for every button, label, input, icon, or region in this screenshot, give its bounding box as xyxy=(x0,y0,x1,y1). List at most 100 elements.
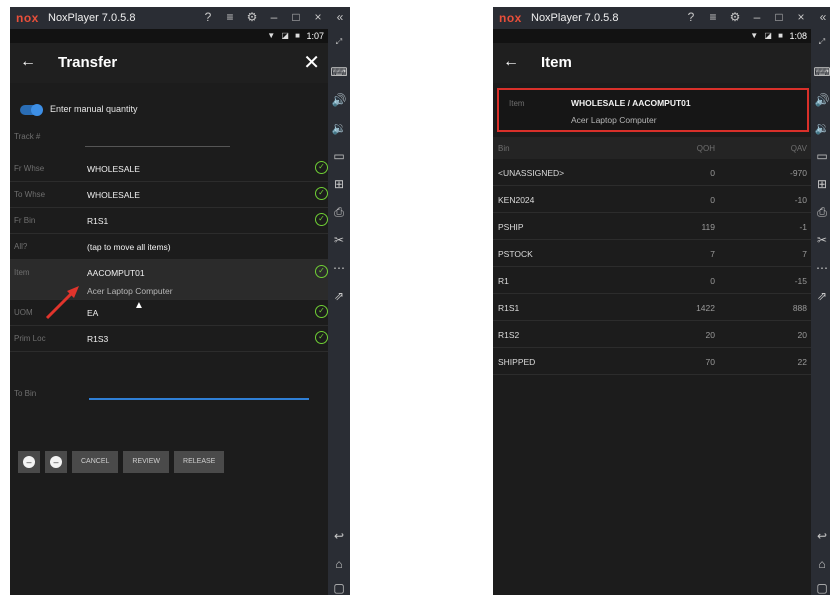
plus-icon: – xyxy=(50,456,62,468)
recent-apps-icon[interactable]: ▢ xyxy=(328,581,350,595)
home-icon[interactable]: ⌂ xyxy=(811,557,830,571)
close-icon[interactable]: × xyxy=(795,10,807,24)
bin-cell: R1 xyxy=(498,276,509,286)
app-bar: ← Item xyxy=(493,43,811,83)
field-value: EA xyxy=(87,308,99,318)
column-header-qoh: QOH xyxy=(696,144,715,153)
signal-wifi-battery-icon: ▼ ◪ ■ xyxy=(750,31,785,40)
field-value: AACOMPUT01 xyxy=(87,268,145,278)
keyboard-icon[interactable]: ⌨ xyxy=(328,65,350,79)
close-icon[interactable]: ✕ xyxy=(303,50,320,75)
install-apk-icon[interactable]: ⊞ xyxy=(811,177,830,191)
table-row[interactable]: R1S2 20 20 xyxy=(493,321,811,348)
qoh-cell: 20 xyxy=(705,330,715,340)
bin-cell: SHIPPED xyxy=(498,357,536,367)
qoh-cell: 7 xyxy=(710,249,715,259)
qav-cell: -15 xyxy=(794,276,807,286)
item-value: WHOLESALE / AACOMPUT01 xyxy=(571,98,691,108)
volume-down-icon[interactable]: 🔉 xyxy=(328,121,350,135)
to-bin-input[interactable] xyxy=(89,398,309,400)
volume-down-icon[interactable]: 🔉 xyxy=(811,121,830,135)
manual-quantity-label: Enter manual quantity xyxy=(50,104,138,114)
back-icon[interactable]: ↩ xyxy=(328,529,350,543)
bin-cell: KEN2024 xyxy=(498,195,535,205)
manual-quantity-toggle[interactable] xyxy=(20,104,43,116)
decrement-button[interactable]: – xyxy=(18,451,40,473)
phone-screen: ▼ ◪ ■ 1:08 ← Item Item WHOLESALE / AACOM… xyxy=(493,29,811,595)
menu-icon[interactable]: ≡ xyxy=(707,10,719,24)
help-icon[interactable]: ? xyxy=(202,10,214,24)
qav-cell: 888 xyxy=(792,303,807,313)
back-arrow-icon[interactable]: ← xyxy=(503,53,519,71)
qav-cell: 20 xyxy=(797,330,807,340)
maximize-icon[interactable]: □ xyxy=(290,10,302,24)
track-input[interactable] xyxy=(85,146,230,147)
bin-cell: R1S1 xyxy=(498,303,520,313)
keyboard-icon[interactable]: ⌨ xyxy=(811,65,830,79)
table-row[interactable]: PSHIP 119 -1 xyxy=(493,213,811,240)
increment-button[interactable]: – xyxy=(45,451,67,473)
phone-screen: ▼ ◪ ■ 1:07 ← Transfer ✕ Enter manual qua… xyxy=(10,29,328,595)
nox-window-transfer: nox NoxPlayer 7.0.5.8 ? ≡ ⚙ – □ × « ▼ ◪ … xyxy=(10,7,350,595)
check-circle-icon: ✓ xyxy=(315,331,328,344)
emulator-app-name: NoxPlayer 7.0.5.8 xyxy=(531,12,619,24)
home-icon[interactable]: ⌂ xyxy=(328,557,350,571)
table-row[interactable]: SHIPPED 70 22 xyxy=(493,348,811,375)
share-icon[interactable]: ⇗ xyxy=(328,289,350,303)
bin-cell: PSTOCK xyxy=(498,249,533,259)
minimize-icon[interactable]: – xyxy=(268,10,280,24)
android-status-bar: ▼ ◪ ■ 1:08 xyxy=(493,29,811,43)
item-label: Item xyxy=(509,99,525,108)
field-row-prim-loc[interactable]: Prim Loc R1S3 ✓ xyxy=(10,326,328,352)
close-icon[interactable]: × xyxy=(312,10,324,24)
table-row[interactable]: <UNASSIGNED> 0 -970 xyxy=(493,159,811,186)
cut-icon[interactable]: ✂ xyxy=(811,233,830,247)
table-row[interactable]: KEN2024 0 -10 xyxy=(493,186,811,213)
field-label: Prim Loc xyxy=(14,334,46,343)
status-time: 1:08 xyxy=(789,31,807,41)
table-row[interactable]: R1 0 -15 xyxy=(493,267,811,294)
nox-logo: nox xyxy=(16,11,39,25)
screen-icon[interactable]: ▭ xyxy=(328,149,350,163)
install-apk-icon[interactable]: ⊞ xyxy=(328,177,350,191)
qav-cell: -970 xyxy=(789,168,807,178)
back-icon[interactable]: ↩ xyxy=(811,529,830,543)
field-row-all[interactable]: All? (tap to move all items) xyxy=(10,234,328,260)
screen-icon[interactable]: ▭ xyxy=(811,149,830,163)
minimize-icon[interactable]: – xyxy=(751,10,763,24)
settings-icon[interactable]: ⚙ xyxy=(246,10,258,24)
print-icon[interactable]: ⎙ xyxy=(811,205,830,220)
field-label: Fr Whse xyxy=(14,164,45,173)
recent-apps-icon[interactable]: ▢ xyxy=(811,581,830,595)
field-row-fr-whse[interactable]: Fr Whse WHOLESALE ✓ xyxy=(10,156,328,182)
review-button[interactable]: REVIEW xyxy=(123,451,170,473)
column-header-bin: Bin xyxy=(498,144,510,153)
table-row[interactable]: PSTOCK 7 7 xyxy=(493,240,811,267)
more-icon[interactable]: ⋯ xyxy=(328,261,350,275)
cut-icon[interactable]: ✂ xyxy=(328,233,350,247)
table-row[interactable]: R1S1 1422 888 xyxy=(493,294,811,321)
collapse-icon[interactable]: « xyxy=(817,10,829,24)
release-button[interactable]: RELEASE xyxy=(174,451,225,473)
emulator-app-name: NoxPlayer 7.0.5.8 xyxy=(48,12,136,24)
share-icon[interactable]: ⇗ xyxy=(811,289,830,303)
settings-icon[interactable]: ⚙ xyxy=(729,10,741,24)
print-icon[interactable]: ⎙ xyxy=(328,205,350,220)
volume-up-icon[interactable]: 🔊 xyxy=(328,93,350,107)
collapse-icon[interactable]: « xyxy=(334,10,346,24)
emulator-titlebar: nox NoxPlayer 7.0.5.8 ? ≡ ⚙ – □ × « xyxy=(493,7,830,29)
page-title: Transfer xyxy=(58,54,118,71)
more-icon[interactable]: ⋯ xyxy=(811,261,830,275)
cancel-button[interactable]: CANCEL xyxy=(72,451,119,473)
resize-icon[interactable]: ⤢ xyxy=(328,37,350,47)
menu-icon[interactable]: ≡ xyxy=(224,10,236,24)
bin-table-header: Bin QOH QAV xyxy=(493,137,811,159)
volume-up-icon[interactable]: 🔊 xyxy=(811,93,830,107)
maximize-icon[interactable]: □ xyxy=(773,10,785,24)
field-row-fr-bin[interactable]: Fr Bin R1S1 ✓ xyxy=(10,208,328,234)
help-icon[interactable]: ? xyxy=(685,10,697,24)
resize-icon[interactable]: ⤢ xyxy=(811,37,830,47)
field-row-to-whse[interactable]: To Whse WHOLESALE ✓ xyxy=(10,182,328,208)
field-label: All? xyxy=(14,242,28,251)
back-arrow-icon[interactable]: ← xyxy=(20,53,36,71)
